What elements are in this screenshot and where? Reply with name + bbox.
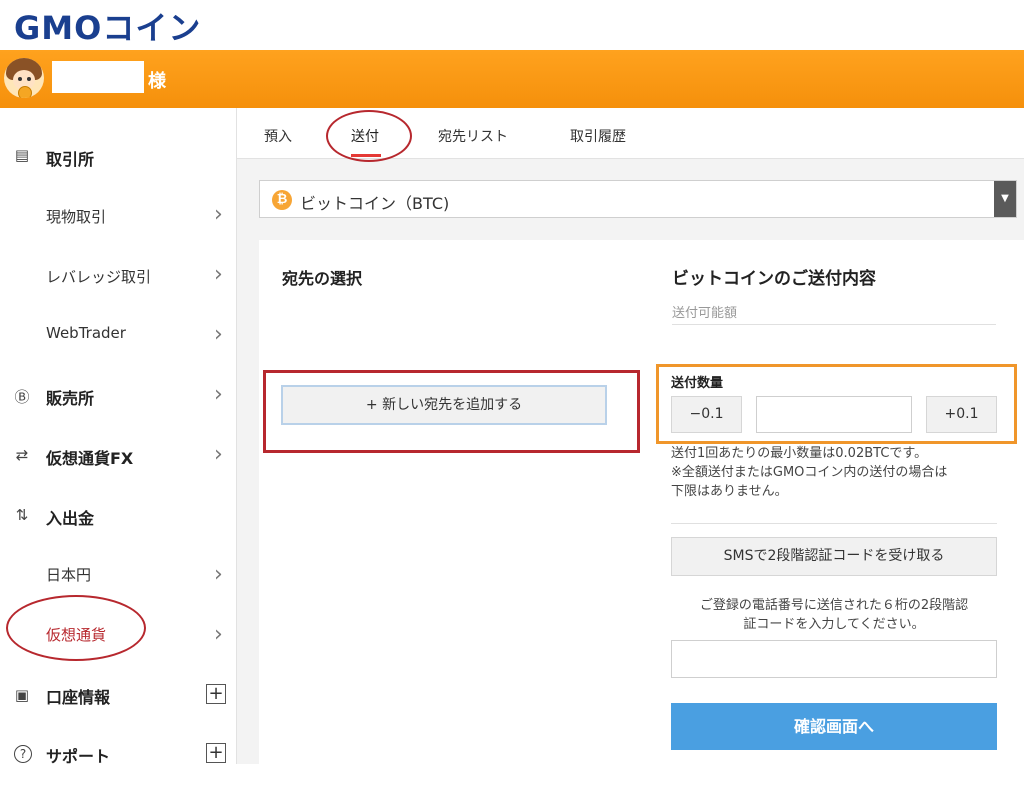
user-name-redacted <box>52 61 144 93</box>
sidebar-item-label: 取引所 <box>46 150 95 169</box>
bitcoin-circle-icon: Ⓑ <box>14 388 30 406</box>
destination-title: 宛先の選択 <box>282 269 363 288</box>
sidebar-item-jpy[interactable]: 日本円 › <box>0 546 236 606</box>
annotation-rect-add-destination <box>263 370 640 453</box>
note-line: 証コードを入力してください。 <box>743 617 925 632</box>
note-line: 下限はありません。 <box>671 484 788 499</box>
help-circle-icon: ? <box>14 745 32 763</box>
sidebar-item-label: WebTrader <box>46 324 126 342</box>
verification-code-input[interactable] <box>671 640 997 678</box>
divider <box>672 324 996 325</box>
chevron-right-icon: › <box>214 382 223 407</box>
sidebar-item-support[interactable]: ? サポート + <box>0 726 236 786</box>
chevron-right-icon: › <box>214 562 223 587</box>
account-card-icon: ▣ <box>14 686 30 704</box>
sidebar-item-label: 日本円 <box>46 566 92 584</box>
tab-address-list[interactable]: 宛先リスト <box>438 126 508 146</box>
exchange-arrows-icon: ⇄ <box>15 446 29 464</box>
avatar <box>4 58 44 98</box>
sidebar-item-label: 入出金 <box>46 509 95 528</box>
expand-plus-icon[interactable]: + <box>206 684 226 704</box>
sidebar-item-label: 現物取引 <box>46 208 107 226</box>
sms-code-button[interactable]: SMSで2段階認証コードを受け取る <box>671 537 997 576</box>
note-line: ご登録の電話番号に送信された６桁の2段階認 <box>699 598 969 613</box>
sidebar: ▤ 取引所 現物取引 › レバレッジ取引 › WebTrader › Ⓑ 販売所… <box>0 108 237 766</box>
tab-history[interactable]: 取引履歴 <box>570 126 626 146</box>
gmo-coin-logo[interactable]: GMOコイン <box>14 3 201 49</box>
sidebar-item-spot-trading[interactable]: 現物取引 › <box>0 186 236 246</box>
user-honorific: 様 <box>148 71 166 92</box>
sidebar-item-label: レバレッジ取引 <box>46 268 152 286</box>
sidebar-item-account-info[interactable]: ▣ 口座情報 + <box>0 666 236 726</box>
sidebar-item-sales-office[interactable]: Ⓑ 販売所 › <box>0 366 236 426</box>
chevron-right-icon: › <box>214 322 223 347</box>
tab-deposit[interactable]: 預入 <box>264 126 292 146</box>
sidebar-item-label: 口座情報 <box>46 688 111 707</box>
annotation-ellipse-send-tab <box>326 110 412 162</box>
avatar-eye <box>18 77 22 81</box>
user-bar: 様 <box>0 50 1024 108</box>
avatar-coin-icon <box>18 86 32 98</box>
note-line: ※全額送付またはGMOコイン内の送付の場合は <box>671 465 948 480</box>
chevron-right-icon: › <box>214 622 223 647</box>
deposit-icon: ⇅ <box>15 506 29 524</box>
minimum-note: 送付1回あたりの最小数量は0.02BTCです。 ※全額送付またはGMOコイン内の… <box>671 444 1007 501</box>
avatar-eye <box>27 77 31 81</box>
logo-bar: GMOコイン <box>0 0 1024 50</box>
sidebar-item-deposit-withdraw[interactable]: ⇅ 入出金 <box>0 486 236 546</box>
sidebar-item-crypto-fx[interactable]: ⇄ 仮想通貨FX › <box>0 426 236 486</box>
send-panel: 宛先の選択 + 新しい宛先を追加する ビットコインのご送付内容 送付可能額 送付… <box>259 240 1024 764</box>
sidebar-item-leverage-trading[interactable]: レバレッジ取引 › <box>0 246 236 306</box>
sms-note: ご登録の電話番号に送信された６桁の2段階認 証コードを入力してください。 <box>671 596 997 634</box>
confirm-button[interactable]: 確認画面へ <box>671 703 997 750</box>
building-icon: ▤ <box>14 146 30 164</box>
sidebar-item-exchange[interactable]: ▤ 取引所 <box>0 126 236 186</box>
sidebar-item-label: 販売所 <box>46 389 95 408</box>
sidebar-item-webtrader[interactable]: WebTrader › <box>0 306 236 366</box>
available-amount-label: 送付可能額 <box>672 306 738 321</box>
sidebar-item-label: 仮想通貨FX <box>46 449 134 468</box>
chevron-right-icon: › <box>214 442 223 467</box>
note-line: 送付1回あたりの最小数量は0.02BTCです。 <box>671 446 928 461</box>
coin-select[interactable]: ₿ ビットコイン（BTC) ▼ <box>259 180 1017 218</box>
bitcoin-icon: ₿ <box>272 190 292 210</box>
divider <box>671 523 997 524</box>
sidebar-item-label: サポート <box>46 747 111 766</box>
annotation-ellipse-crypto <box>6 595 146 661</box>
send-title: ビットコインのご送付内容 <box>672 269 876 289</box>
expand-plus-icon[interactable]: + <box>206 743 226 763</box>
annotation-rect-quantity <box>656 364 1017 444</box>
chevron-right-icon: › <box>214 262 223 287</box>
chevron-down-icon[interactable]: ▼ <box>994 181 1016 217</box>
chevron-right-icon: › <box>214 202 223 227</box>
coin-select-value: ビットコイン（BTC) <box>300 194 450 213</box>
